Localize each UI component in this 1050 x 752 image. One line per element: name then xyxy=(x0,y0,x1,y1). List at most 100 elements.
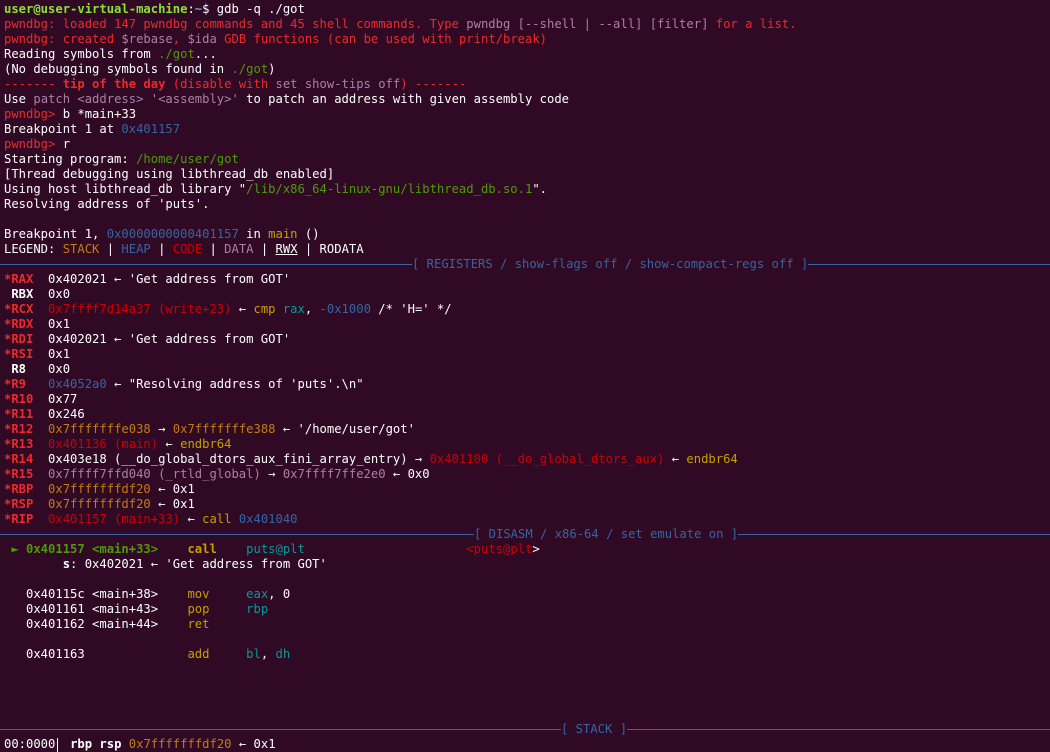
text-segment: 0x7fffffffdf20 xyxy=(48,497,151,511)
text-segment: main xyxy=(268,227,298,241)
text-segment: tip of the day xyxy=(62,77,166,91)
text-segment: *RAX xyxy=(4,272,41,286)
text-segment: | xyxy=(99,242,122,256)
text-segment: | xyxy=(202,242,225,256)
text-segment: endbr64 xyxy=(686,452,738,466)
separator-title: [ REGISTERS / show-flags off / show-comp… xyxy=(412,257,809,272)
terminal-line: *RBP 0x7fffffffdf20 ← 0x1 xyxy=(0,482,1050,497)
text-segment: pwndbg: xyxy=(4,32,63,46)
terminal-line: Breakpoint 1 at 0x401157 xyxy=(0,122,1050,137)
text-segment: rax xyxy=(282,302,305,316)
text-segment: 0x401163 xyxy=(4,647,188,661)
text-segment: pwndbg [--shell | --all] [filter] xyxy=(466,17,709,31)
terminal-line: *R9 0x4052a0 ← "Resolving address of 'pu… xyxy=(0,377,1050,392)
text-segment: ← xyxy=(180,512,203,526)
section-separator: [ REGISTERS / show-flags off / show-comp… xyxy=(0,257,1050,272)
text-segment: cmp xyxy=(253,302,283,316)
terminal-window[interactable]: user@user-virtual-machine:~$ gdb -q ./go… xyxy=(0,0,1050,752)
text-segment: LEGEND: xyxy=(4,242,63,256)
text-segment: RWX xyxy=(275,242,298,256)
text-segment: ← xyxy=(664,452,687,466)
text-segment: /* 'H=' */ xyxy=(370,302,452,316)
text-segment: user@user-virtual-machine xyxy=(4,2,188,16)
terminal-line: Breakpoint 1, 0x0000000000401157 in main… xyxy=(0,227,1050,242)
text-segment: ret xyxy=(187,617,210,631)
text-segment: s xyxy=(62,557,71,571)
text-segment: ← xyxy=(158,437,181,451)
terminal-output: user@user-virtual-machine:~$ gdb -q ./go… xyxy=(0,2,1050,752)
text-segment: call xyxy=(187,542,217,556)
terminal-line: *RDX 0x1 xyxy=(0,317,1050,332)
text-segment: set show-tips off xyxy=(275,77,401,91)
text-segment: ← xyxy=(231,302,254,316)
text-segment: ) ------- xyxy=(400,77,467,91)
text-segment: add xyxy=(187,647,210,661)
section-separator: [ STACK ] xyxy=(0,722,1050,737)
text-segment: call xyxy=(202,512,239,526)
text-segment: 0x0 xyxy=(40,287,71,301)
text-segment: Breakpoint 1, xyxy=(4,227,107,241)
text-segment: ► 0x401157 <main+33> xyxy=(4,542,188,556)
text-segment: GDB functions (can be used with print/br… xyxy=(216,32,548,46)
text-segment xyxy=(41,467,48,481)
text-segment xyxy=(121,737,128,751)
text-segment: Starting program: xyxy=(4,152,137,166)
separator-title: [ DISASM / x86-64 / set emulate on ] xyxy=(474,527,739,542)
text-segment: *RBP xyxy=(4,482,41,496)
text-segment: pwndbg: xyxy=(4,17,63,31)
terminal-line: *R11 0x246 xyxy=(0,407,1050,422)
text-segment: RBX xyxy=(4,287,41,301)
text-segment: | xyxy=(253,242,276,256)
text-segment: HEAP xyxy=(121,242,151,256)
terminal-line: 0x40115c <main+38> mov eax, 0 xyxy=(0,587,1050,602)
separator-title: [ STACK ] xyxy=(561,722,628,737)
text-segment: 0x403e18 (__do_global_dtors_aux_fini_arr… xyxy=(40,452,430,466)
text-segment: 0x402021 ← 'Get address from GOT' xyxy=(40,272,291,286)
text-segment: 0x7ffff7ffe2e0 xyxy=(282,467,386,481)
terminal-line: *R12 0x7fffffffe038 → 0x7fffffffe388 ← '… xyxy=(0,422,1050,437)
text-segment: eax xyxy=(246,587,269,601)
text-segment xyxy=(209,602,246,616)
text-segment: STACK xyxy=(62,242,100,256)
text-segment: bl xyxy=(246,647,261,661)
terminal-line: (No debugging symbols found in ./got) xyxy=(0,62,1050,77)
text-segment: , xyxy=(304,302,320,316)
text-segment: DATA xyxy=(224,242,254,256)
terminal-line: *R14 0x403e18 (__do_global_dtors_aux_fin… xyxy=(0,452,1050,467)
terminal-line: *RSI 0x1 xyxy=(0,347,1050,362)
text-segment: 0x40115c <main+38> xyxy=(4,587,188,601)
text-segment: 0x401040 xyxy=(238,512,298,526)
terminal-line: Resolving address of 'puts'. xyxy=(0,197,1050,212)
text-segment: ← 0x0 xyxy=(385,467,430,481)
text-segment: for a list. xyxy=(708,17,797,31)
text-segment: mov xyxy=(187,587,210,601)
text-segment: 0x401157 (main+33) xyxy=(48,512,181,526)
text-segment: ./got xyxy=(158,47,195,61)
text-segment: 0x401162 <main+44> xyxy=(4,617,188,631)
terminal-line: Reading symbols from ./got... xyxy=(0,47,1050,62)
text-segment xyxy=(41,497,48,511)
text-segment: (No debugging symbols found in xyxy=(4,62,232,76)
text-segment: Resolving address of 'puts'. xyxy=(4,197,210,211)
text-segment xyxy=(41,512,48,526)
text-segment: *R12 xyxy=(4,422,41,436)
text-segment: 0x7fffffffe038 xyxy=(48,422,151,436)
text-segment: → xyxy=(260,467,283,481)
terminal-line: 00:0000 rbp rsp 0x7fffffffdf20 ← 0x1 xyxy=(0,737,1050,752)
text-segment: 0x401161 <main+43> xyxy=(4,602,188,616)
terminal-line: 0x401163 add bl, dh xyxy=(0,647,1050,662)
text-segment: , xyxy=(260,647,276,661)
text-segment: Reading symbols from xyxy=(4,47,159,61)
text-segment: *R9 xyxy=(4,377,41,391)
text-segment: → xyxy=(150,422,173,436)
text-segment: (disable with xyxy=(165,77,276,91)
text-segment: -0x1000 xyxy=(319,302,371,316)
terminal-line: user@user-virtual-machine:~$ gdb -q ./go… xyxy=(0,2,1050,17)
text-segment: 0x1 xyxy=(40,317,71,331)
text-segment: puts@plt xyxy=(246,542,305,556)
text-segment: 0x7fffffffe388 xyxy=(172,422,276,436)
